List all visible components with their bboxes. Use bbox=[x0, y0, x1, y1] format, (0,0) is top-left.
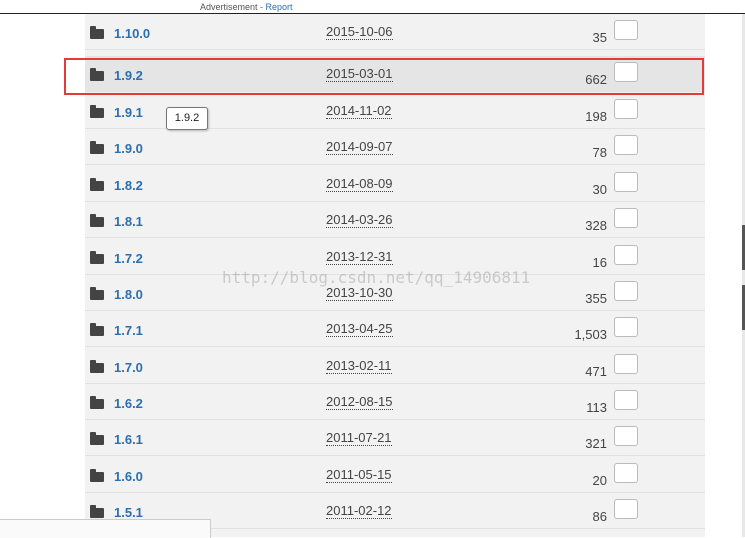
select-checkbox[interactable] bbox=[614, 135, 638, 155]
release-name-link[interactable]: 1.6.2 bbox=[114, 396, 143, 411]
folder-icon bbox=[90, 323, 104, 336]
folder-icon bbox=[90, 396, 104, 409]
release-date: 2014-03-26 bbox=[326, 212, 393, 228]
download-count: 198 bbox=[585, 109, 607, 124]
highlight-selection-box bbox=[64, 58, 704, 95]
release-name-link[interactable]: 1.8.0 bbox=[114, 287, 143, 302]
folder-icon bbox=[90, 360, 104, 373]
release-name-link[interactable]: 1.7.0 bbox=[114, 360, 143, 375]
folder-icon bbox=[90, 432, 104, 445]
select-checkbox[interactable] bbox=[614, 499, 638, 519]
folder-icon bbox=[90, 214, 104, 227]
select-checkbox[interactable] bbox=[614, 208, 638, 228]
release-date: 2015-10-06 bbox=[326, 24, 393, 40]
folder-icon bbox=[90, 141, 104, 154]
select-checkbox[interactable] bbox=[614, 317, 638, 337]
list-item[interactable]: 1.6.2 2012-08-15 113 bbox=[85, 384, 705, 420]
release-name-link[interactable]: 1.10.0 bbox=[114, 26, 150, 41]
report-link[interactable]: Report bbox=[266, 2, 293, 12]
release-name-link[interactable]: 1.6.0 bbox=[114, 469, 143, 484]
folder-icon bbox=[90, 287, 104, 300]
folder-icon bbox=[90, 469, 104, 482]
list-item[interactable]: 1.8.0 2013-10-30 355 bbox=[85, 275, 705, 311]
release-date: 2013-12-31 bbox=[326, 249, 393, 265]
download-count: 30 bbox=[592, 182, 607, 197]
folder-icon bbox=[90, 505, 104, 518]
select-checkbox[interactable] bbox=[614, 172, 638, 192]
list-item[interactable]: 1.6.1 2011-07-21 321 bbox=[85, 420, 705, 456]
release-date: 2013-02-11 bbox=[326, 358, 392, 374]
bottom-panel bbox=[0, 519, 211, 538]
select-checkbox[interactable] bbox=[614, 463, 638, 483]
download-count: 328 bbox=[585, 218, 607, 233]
release-date: 2014-09-07 bbox=[326, 139, 393, 155]
download-count: 471 bbox=[585, 364, 607, 379]
list-item[interactable]: 1.7.0 2013-02-11 471 bbox=[85, 348, 705, 384]
download-count: 321 bbox=[585, 436, 607, 451]
select-checkbox[interactable] bbox=[614, 20, 638, 40]
ad-text: Advertisement bbox=[200, 2, 258, 12]
advertisement-label: Advertisement - Report bbox=[200, 2, 293, 12]
release-name-link[interactable]: 1.6.1 bbox=[114, 432, 143, 447]
folder-icon bbox=[90, 178, 104, 191]
release-date: 2013-10-30 bbox=[326, 285, 393, 301]
select-checkbox[interactable] bbox=[614, 281, 638, 301]
release-name-link[interactable]: 1.7.2 bbox=[114, 251, 143, 266]
release-name-link[interactable]: 1.5.1 bbox=[114, 505, 143, 520]
hover-tooltip: 1.9.2 bbox=[166, 107, 208, 130]
folder-icon bbox=[90, 251, 104, 264]
download-count: 20 bbox=[592, 473, 607, 488]
release-name-link[interactable]: 1.9.1 bbox=[114, 105, 143, 120]
release-date: 2014-11-02 bbox=[326, 103, 392, 119]
select-checkbox[interactable] bbox=[614, 354, 638, 374]
release-name-link[interactable]: 1.7.1 bbox=[114, 323, 143, 338]
download-count: 35 bbox=[592, 30, 607, 45]
release-date: 2012-08-15 bbox=[326, 394, 393, 410]
release-date: 2011-02-12 bbox=[326, 503, 392, 519]
folder-icon bbox=[90, 105, 104, 118]
list-item[interactable]: 1.8.2 2014-08-09 30 bbox=[85, 166, 705, 202]
list-item[interactable]: 1.7.2 2013-12-31 16 bbox=[85, 239, 705, 275]
list-item[interactable]: 1.8.1 2014-03-26 328 bbox=[85, 202, 705, 238]
right-margin bbox=[705, 14, 745, 537]
select-checkbox[interactable] bbox=[614, 426, 638, 446]
release-date: 2014-08-09 bbox=[326, 176, 393, 192]
list-item[interactable]: 1.7.1 2013-04-25 1,503 bbox=[85, 311, 705, 347]
release-date: 2011-07-21 bbox=[326, 430, 392, 446]
download-count: 16 bbox=[592, 255, 607, 270]
folder-icon bbox=[90, 26, 104, 39]
select-checkbox[interactable] bbox=[614, 99, 638, 119]
release-name-link[interactable]: 1.9.0 bbox=[114, 141, 143, 156]
download-count: 113 bbox=[586, 400, 607, 415]
list-item[interactable]: 1.6.0 2011-05-15 20 bbox=[85, 457, 705, 493]
release-name-link[interactable]: 1.8.1 bbox=[114, 214, 143, 229]
ad-separator: - bbox=[257, 2, 266, 12]
list-item[interactable]: 1.9.0 2014-09-07 78 bbox=[85, 129, 705, 165]
list-item[interactable]: 1.10.0 2015-10-06 35 bbox=[85, 14, 705, 50]
release-date: 2011-05-15 bbox=[326, 467, 392, 483]
select-checkbox[interactable] bbox=[614, 390, 638, 410]
download-count: 78 bbox=[592, 145, 607, 160]
release-name-link[interactable]: 1.8.2 bbox=[114, 178, 143, 193]
release-date: 2013-04-25 bbox=[326, 321, 393, 337]
download-count: 355 bbox=[585, 291, 607, 306]
download-count: 86 bbox=[592, 509, 607, 524]
download-count: 1,503 bbox=[574, 327, 607, 342]
select-checkbox[interactable] bbox=[614, 245, 638, 265]
